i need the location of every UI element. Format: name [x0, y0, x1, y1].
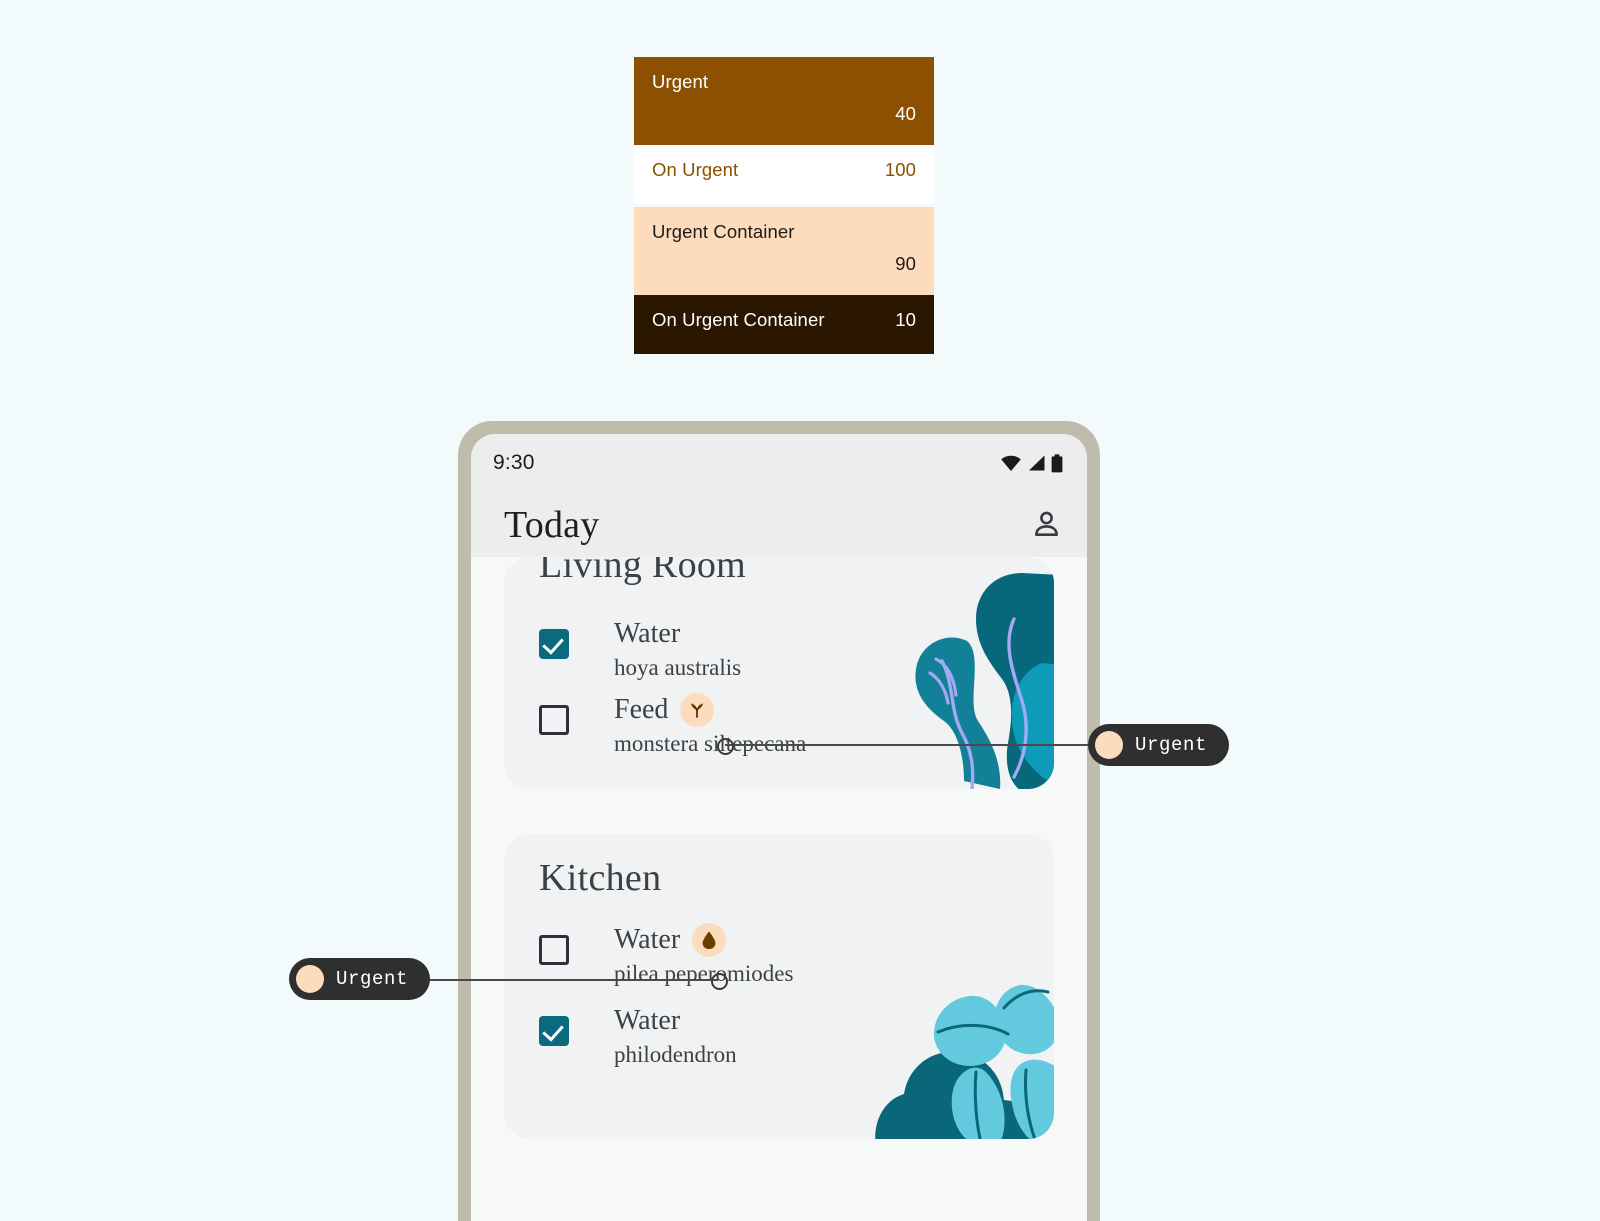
- callout-pill-urgent-right[interactable]: Urgent: [1088, 724, 1230, 766]
- water-drop-icon: [702, 931, 716, 949]
- wifi-icon: [1001, 455, 1021, 471]
- task-title-line: Water: [614, 1004, 737, 1038]
- callout-color-dot: [296, 965, 324, 993]
- callout-anchor-ring: [717, 738, 734, 755]
- room-card-living-room: Living Room Water hoya australis Feed mo…: [504, 557, 1054, 789]
- person-icon[interactable]: [1030, 508, 1063, 541]
- task-title-line: Water: [614, 923, 793, 957]
- task-row[interactable]: Water philodendron: [539, 1005, 737, 1070]
- task-row[interactable]: Water hoya australis: [539, 618, 741, 683]
- room-card-kitchen: Kitchen Water pilea peperomiodes Water p…: [504, 834, 1054, 1139]
- monstera-silhouette: [915, 573, 1054, 789]
- urgent-badge-water-drop[interactable]: [692, 923, 727, 957]
- room-title: Kitchen: [539, 857, 662, 899]
- task-row[interactable]: Feed monstera siltepecana: [539, 693, 806, 759]
- swatch-value: 10: [895, 309, 916, 330]
- task-list: Living Room Water hoya australis Feed mo…: [471, 557, 1087, 1139]
- app-bar: Today: [471, 492, 1087, 557]
- task-checkbox[interactable]: [539, 705, 569, 735]
- task-text: Water hoya australis: [614, 617, 741, 683]
- callout-anchor-ring: [711, 973, 728, 990]
- task-checkbox[interactable]: [539, 935, 569, 965]
- task-text: Feed monstera siltepecana: [614, 693, 806, 759]
- task-title: Water: [614, 924, 681, 955]
- phone-frame: 9:30 Today Living Room Water hoya austra…: [458, 421, 1100, 1221]
- room-title: Living Room: [539, 557, 747, 586]
- swatch-value: 100: [884, 159, 916, 180]
- swatch-label: Urgent: [652, 71, 709, 92]
- swatch-label: On Urgent: [652, 159, 739, 180]
- task-title: Water: [614, 1005, 681, 1036]
- task-title-line: Water: [614, 617, 741, 651]
- pilea-silhouette: [875, 984, 1054, 1139]
- status-bar: 9:30: [471, 434, 1087, 492]
- callout-label: Urgent: [1135, 734, 1208, 756]
- sprout-icon: [691, 703, 704, 718]
- battery-icon: [1051, 453, 1063, 472]
- phone-screen: 9:30 Today Living Room Water hoya austra…: [471, 434, 1087, 1221]
- swatch-label: Urgent Container: [652, 221, 795, 242]
- callout-connector-line: [725, 744, 1095, 746]
- status-time: 9:30: [493, 451, 535, 474]
- swatch-row-on-urgent: On Urgent 100: [634, 145, 934, 204]
- status-icons: [1000, 453, 1063, 473]
- swatch-label: On Urgent Container: [652, 309, 825, 330]
- task-title: Water: [614, 618, 681, 649]
- swatch-row-on-urgent-container: On Urgent Container 10: [634, 295, 934, 354]
- swatch-row-urgent-container: Urgent Container 90: [634, 207, 934, 295]
- task-checkbox[interactable]: [539, 629, 569, 659]
- swatch-row-urgent: Urgent 40: [634, 57, 934, 145]
- swatch-value: 90: [895, 253, 916, 274]
- task-text: Water philodendron: [614, 1004, 737, 1070]
- task-subtitle: pilea peperomiodes: [614, 961, 794, 986]
- urgent-badge-sprout[interactable]: [680, 693, 715, 727]
- callout-pill-urgent-left[interactable]: Urgent: [289, 958, 431, 1000]
- color-swatch-table: Urgent 40 On Urgent 100 Urgent Container…: [634, 57, 934, 354]
- task-title-line: Feed: [614, 693, 806, 727]
- callout-color-dot: [1095, 731, 1123, 759]
- task-checkbox[interactable]: [539, 1016, 569, 1046]
- task-title: Feed: [614, 694, 669, 725]
- swatch-value: 40: [895, 103, 916, 124]
- cellular-signal-icon: [1029, 455, 1045, 471]
- page-title: Today: [504, 503, 600, 546]
- callout-connector-line: [425, 979, 718, 981]
- callout-label: Urgent: [336, 968, 409, 990]
- task-subtitle: philodendron: [614, 1042, 737, 1067]
- task-subtitle: hoya australis: [614, 655, 742, 680]
